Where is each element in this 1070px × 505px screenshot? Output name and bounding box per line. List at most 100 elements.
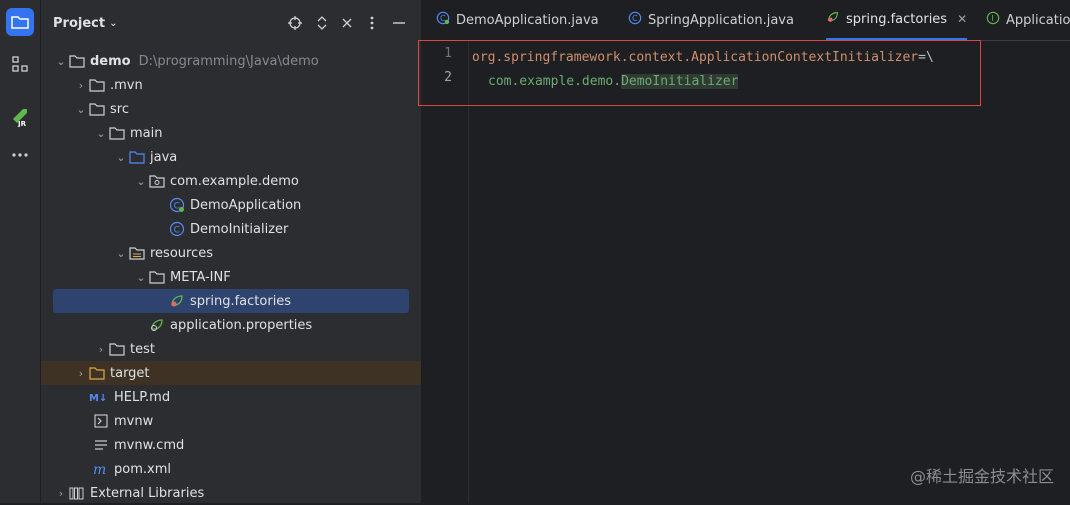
excluded-folder-icon	[89, 365, 105, 381]
tab-label: SpringApplication.java	[648, 12, 794, 28]
project-title[interactable]: Project ⌄	[53, 16, 117, 31]
tree-item-mvnw[interactable]: mvnw	[41, 409, 421, 433]
libraries-icon	[69, 485, 85, 501]
chevron-down-icon[interactable]: ⌄	[113, 245, 129, 261]
tree-item-label: mvnw	[114, 413, 154, 429]
chevron-down-icon[interactable]: ⌄	[73, 101, 89, 117]
chevron-right-icon[interactable]: ›	[73, 365, 89, 381]
tree-item-mvn[interactable]: › .mvn	[41, 73, 421, 97]
tree-item-spring-factories[interactable]: spring.factories	[53, 289, 409, 313]
tree-item-external-libraries[interactable]: › External Libraries	[41, 481, 421, 505]
svg-text:JR: JR	[17, 120, 27, 127]
more-icon[interactable]	[6, 141, 34, 169]
tree-item-application-properties[interactable]: application.properties	[41, 313, 421, 337]
tree-item-label: test	[130, 341, 155, 357]
tree-item-target[interactable]: › target	[41, 361, 421, 385]
tab-label: spring.factories	[846, 11, 948, 27]
chevron-right-icon[interactable]: ›	[93, 341, 109, 357]
tree-item-pom-xml[interactable]: m pom.xml	[41, 457, 421, 481]
spring-config-icon	[826, 10, 840, 28]
tree-item-mvnw-cmd[interactable]: mvnw.cmd	[41, 433, 421, 457]
tree-item-label: spring.factories	[190, 293, 292, 309]
svg-text:M↓: M↓	[89, 393, 107, 403]
editor: C DemoApplication.java C SpringApplicati…	[418, 0, 1070, 503]
tab-demo-application[interactable]: C DemoApplication.java	[436, 0, 599, 40]
chevron-down-icon[interactable]: ⌄	[93, 125, 109, 141]
editor-tabs: C DemoApplication.java C SpringApplicati…	[422, 0, 1070, 41]
tree-item-help-md[interactable]: M↓ HELP.md	[41, 385, 421, 409]
tree-item-main[interactable]: ⌄ main	[41, 121, 421, 145]
close-icon[interactable]	[337, 13, 357, 33]
tree-item-label: java	[150, 149, 178, 165]
expand-collapse-icon[interactable]	[312, 13, 332, 33]
chevron-right-icon[interactable]: ›	[53, 485, 69, 501]
tree-item-src[interactable]: ⌄ src	[41, 97, 421, 121]
chevron-down-icon[interactable]: ⌄	[133, 269, 149, 285]
tab-application[interactable]: I Application	[986, 0, 1070, 40]
folder-icon	[109, 125, 125, 141]
spring-class-icon: C	[169, 197, 185, 213]
tree-item-java[interactable]: ⌄ java	[41, 145, 421, 169]
jrebel-icon[interactable]: JR	[6, 102, 34, 130]
structure-icon[interactable]	[6, 50, 34, 78]
folder-icon	[149, 269, 165, 285]
tree-item-label: HELP.md	[114, 389, 171, 405]
tree-item-demo-initializer[interactable]: C DemoInitializer	[41, 217, 421, 241]
tree-item-meta-inf[interactable]: ⌄ META-INF	[41, 265, 421, 289]
tree-item-resources[interactable]: ⌄ resources	[41, 241, 421, 265]
maven-icon: m	[93, 461, 109, 477]
class-icon: C	[628, 11, 642, 29]
class-icon: C	[169, 221, 185, 237]
tab-spring-application[interactable]: C SpringApplication.java	[628, 0, 794, 40]
options-icon[interactable]	[362, 13, 382, 33]
close-tab-icon[interactable]: ✕	[957, 12, 967, 26]
tree-item-label: src	[110, 101, 129, 117]
tab-label: DemoApplication.java	[456, 12, 599, 28]
activity-bar: JR	[0, 0, 41, 503]
tree-item-package[interactable]: ⌄ com.example.demo	[41, 169, 421, 193]
chevron-down-icon[interactable]: ⌄	[133, 173, 149, 189]
locate-icon[interactable]	[285, 13, 305, 33]
chevron-down-icon[interactable]: ⌄	[53, 53, 69, 69]
shell-script-icon	[93, 413, 109, 429]
tree-item-demo[interactable]: ⌄ demo D:\programming\Java\demo	[41, 49, 421, 73]
tree-item-label: External Libraries	[90, 485, 205, 501]
tree-item-label: application.properties	[170, 317, 313, 333]
tree-item-label: mvnw.cmd	[114, 437, 185, 453]
folder-icon[interactable]	[6, 8, 34, 36]
package-icon	[149, 173, 165, 189]
tab-spring-factories[interactable]: spring.factories ✕	[826, 0, 968, 40]
interface-icon: I	[986, 11, 1000, 29]
tab-label: Application	[1006, 12, 1070, 28]
project-path: D:\programming\Java\demo	[138, 53, 319, 69]
spring-config-icon	[169, 293, 185, 309]
watermark: @稀土掘金技术社区	[909, 467, 1054, 486]
chevron-down-icon[interactable]: ⌄	[113, 149, 129, 165]
project-title-label: Project	[53, 16, 106, 31]
tree-item-label: com.example.demo	[170, 173, 299, 189]
project-panel: Project ⌄ ⌄ demo D:\programming\Java\dem…	[41, 0, 422, 503]
tree-item-label: DemoApplication	[190, 197, 302, 213]
highlight-box	[418, 40, 981, 106]
spring-properties-icon	[149, 317, 165, 333]
project-tree: ⌄ demo D:\programming\Java\demo › .mvn ⌄…	[41, 49, 421, 505]
svg-text:I: I	[991, 14, 993, 23]
spring-class-icon: C	[436, 11, 450, 29]
svg-text:m: m	[93, 462, 106, 476]
svg-text:C: C	[174, 226, 180, 236]
folder-icon	[89, 77, 105, 93]
tree-item-label: META-INF	[170, 269, 231, 285]
resources-folder-icon	[129, 245, 145, 261]
tree-item-test[interactable]: › test	[41, 337, 421, 361]
tree-item-label: .mvn	[110, 77, 143, 93]
svg-text:C: C	[174, 202, 180, 212]
folder-icon	[109, 341, 125, 357]
tree-item-label: pom.xml	[114, 461, 171, 477]
tree-item-label: resources	[150, 245, 214, 261]
project-header: Project ⌄	[41, 0, 421, 46]
hide-panel-icon[interactable]	[389, 13, 409, 33]
chevron-right-icon[interactable]: ›	[73, 77, 89, 93]
tree-item-demo-application[interactable]: C DemoApplication	[41, 193, 421, 217]
line-gutter: 1 2	[422, 41, 469, 503]
tree-item-label: DemoInitializer	[190, 221, 289, 237]
